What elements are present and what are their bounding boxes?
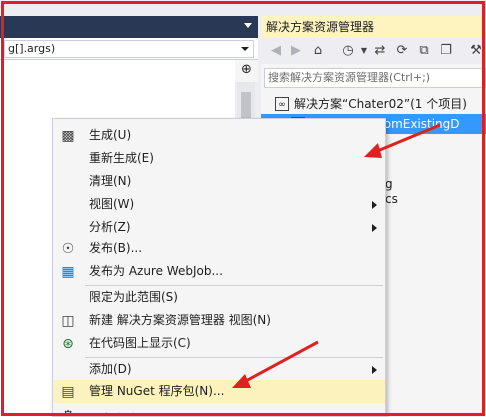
editor-header-bar [0,16,258,38]
nuget-icon: ▤ [61,384,75,400]
menu-item-add[interactable]: 添加(D) [53,358,385,381]
solution-explorer-title: 解决方案资源管理器 [261,16,486,38]
sync-icon[interactable]: ⇄ [371,42,389,60]
menu-item-label: 设为启动项目(A) [89,408,179,416]
menu-item-manage-nuget[interactable]: ▤ 管理 NuGet 程序包(N)... [53,380,385,403]
menu-item-clean[interactable]: 清理(N) [53,170,385,193]
chevron-down-icon[interactable] [241,47,249,51]
menu-item-label: 清理(N) [89,174,132,188]
chevron-right-icon [372,366,377,374]
solution-icon: ∞ [275,97,289,111]
menu-item-label: 分析(Z) [89,220,131,234]
copy-icon[interactable]: ❐ [437,42,455,60]
menu-item-label: 发布为 Azure WebJob... [89,264,223,278]
member-dropdown-value: g[].args) [8,42,56,55]
chevron-down-icon[interactable] [244,23,252,28]
tree-item-label: 解决方案“Chater02”(1 个项目) [294,97,467,111]
publish-icon: ☉ [61,241,75,257]
new-view-icon: ◫ [61,313,75,329]
menu-item-label: 限定为此范围(S) [89,290,178,304]
menu-item-rebuild[interactable]: 重新生成(E) [53,147,385,170]
menu-item-scope-to-this[interactable]: 限定为此范围(S) [53,286,385,309]
home-icon[interactable]: ⌂ [309,42,327,60]
build-icon: ▩ [61,128,75,144]
solution-explorer-toolbar: ◀ ▶ ⌂ ◷ ▼ ⇄ ⟳ ⧉ ❐ ⚒ [261,38,486,64]
chevron-right-icon [372,201,377,209]
menu-item-set-startup[interactable]: ⚙ 设为启动项目(A) [53,404,385,416]
settings-icon: ⚙ [61,408,75,416]
solution-search-input[interactable]: 搜索解决方案资源管理器(Ctrl+;) [264,68,486,88]
menu-item-analyze[interactable]: 分析(Z) [53,216,385,239]
menu-item-view[interactable]: 视图(W) [53,193,385,216]
refresh-icon[interactable]: ⟳ [393,42,411,60]
menu-item-label: 生成(U) [89,128,132,142]
menu-item-publish-webjob[interactable]: ▦ 发布为 Azure WebJob... [53,260,385,283]
windows-icon: ▦ [61,264,75,280]
menu-item-new-explorer-view[interactable]: ◫ 新建 解决方案资源管理器 视图(N) [53,309,385,332]
menu-item-label: 添加(D) [89,362,132,376]
code-map-icon: ⊛ [62,336,74,352]
tree-item-label: cs [385,192,398,206]
menu-item-build[interactable]: ▩ 生成(U) [53,124,385,147]
tree-item-solution[interactable]: ∞ 解决方案“Chater02”(1 个项目) [261,94,486,114]
menu-item-label: 在代码图上显示(C) [89,336,191,350]
menu-item-label: 新建 解决方案资源管理器 视图(N) [89,313,271,327]
menu-item-label: 发布(B)... [89,241,143,255]
collapse-icon[interactable]: ⧉ [415,42,433,60]
forward-icon[interactable]: ▶ [287,42,305,60]
split-icon[interactable]: ⊕ [235,60,258,82]
menu-item-label: 重新生成(E) [89,151,154,165]
menu-item-show-on-code-map[interactable]: ⊛ 在代码图上显示(C) [53,332,385,355]
back-icon[interactable]: ◀ [267,42,285,60]
chevron-right-icon [372,224,377,232]
context-menu: ▩ 生成(U) 重新生成(E) 清理(N) 视图(W) 分析(Z) ☉ 发布(B… [52,118,386,417]
member-dropdown[interactable]: g[].args) [4,40,254,58]
menu-item-publish[interactable]: ☉ 发布(B)... [53,237,385,260]
wrench-icon[interactable]: ⚒ [467,42,485,60]
menu-item-label: 视图(W) [89,197,135,211]
menu-item-label: 管理 NuGet 程序包(N)... [89,384,225,398]
